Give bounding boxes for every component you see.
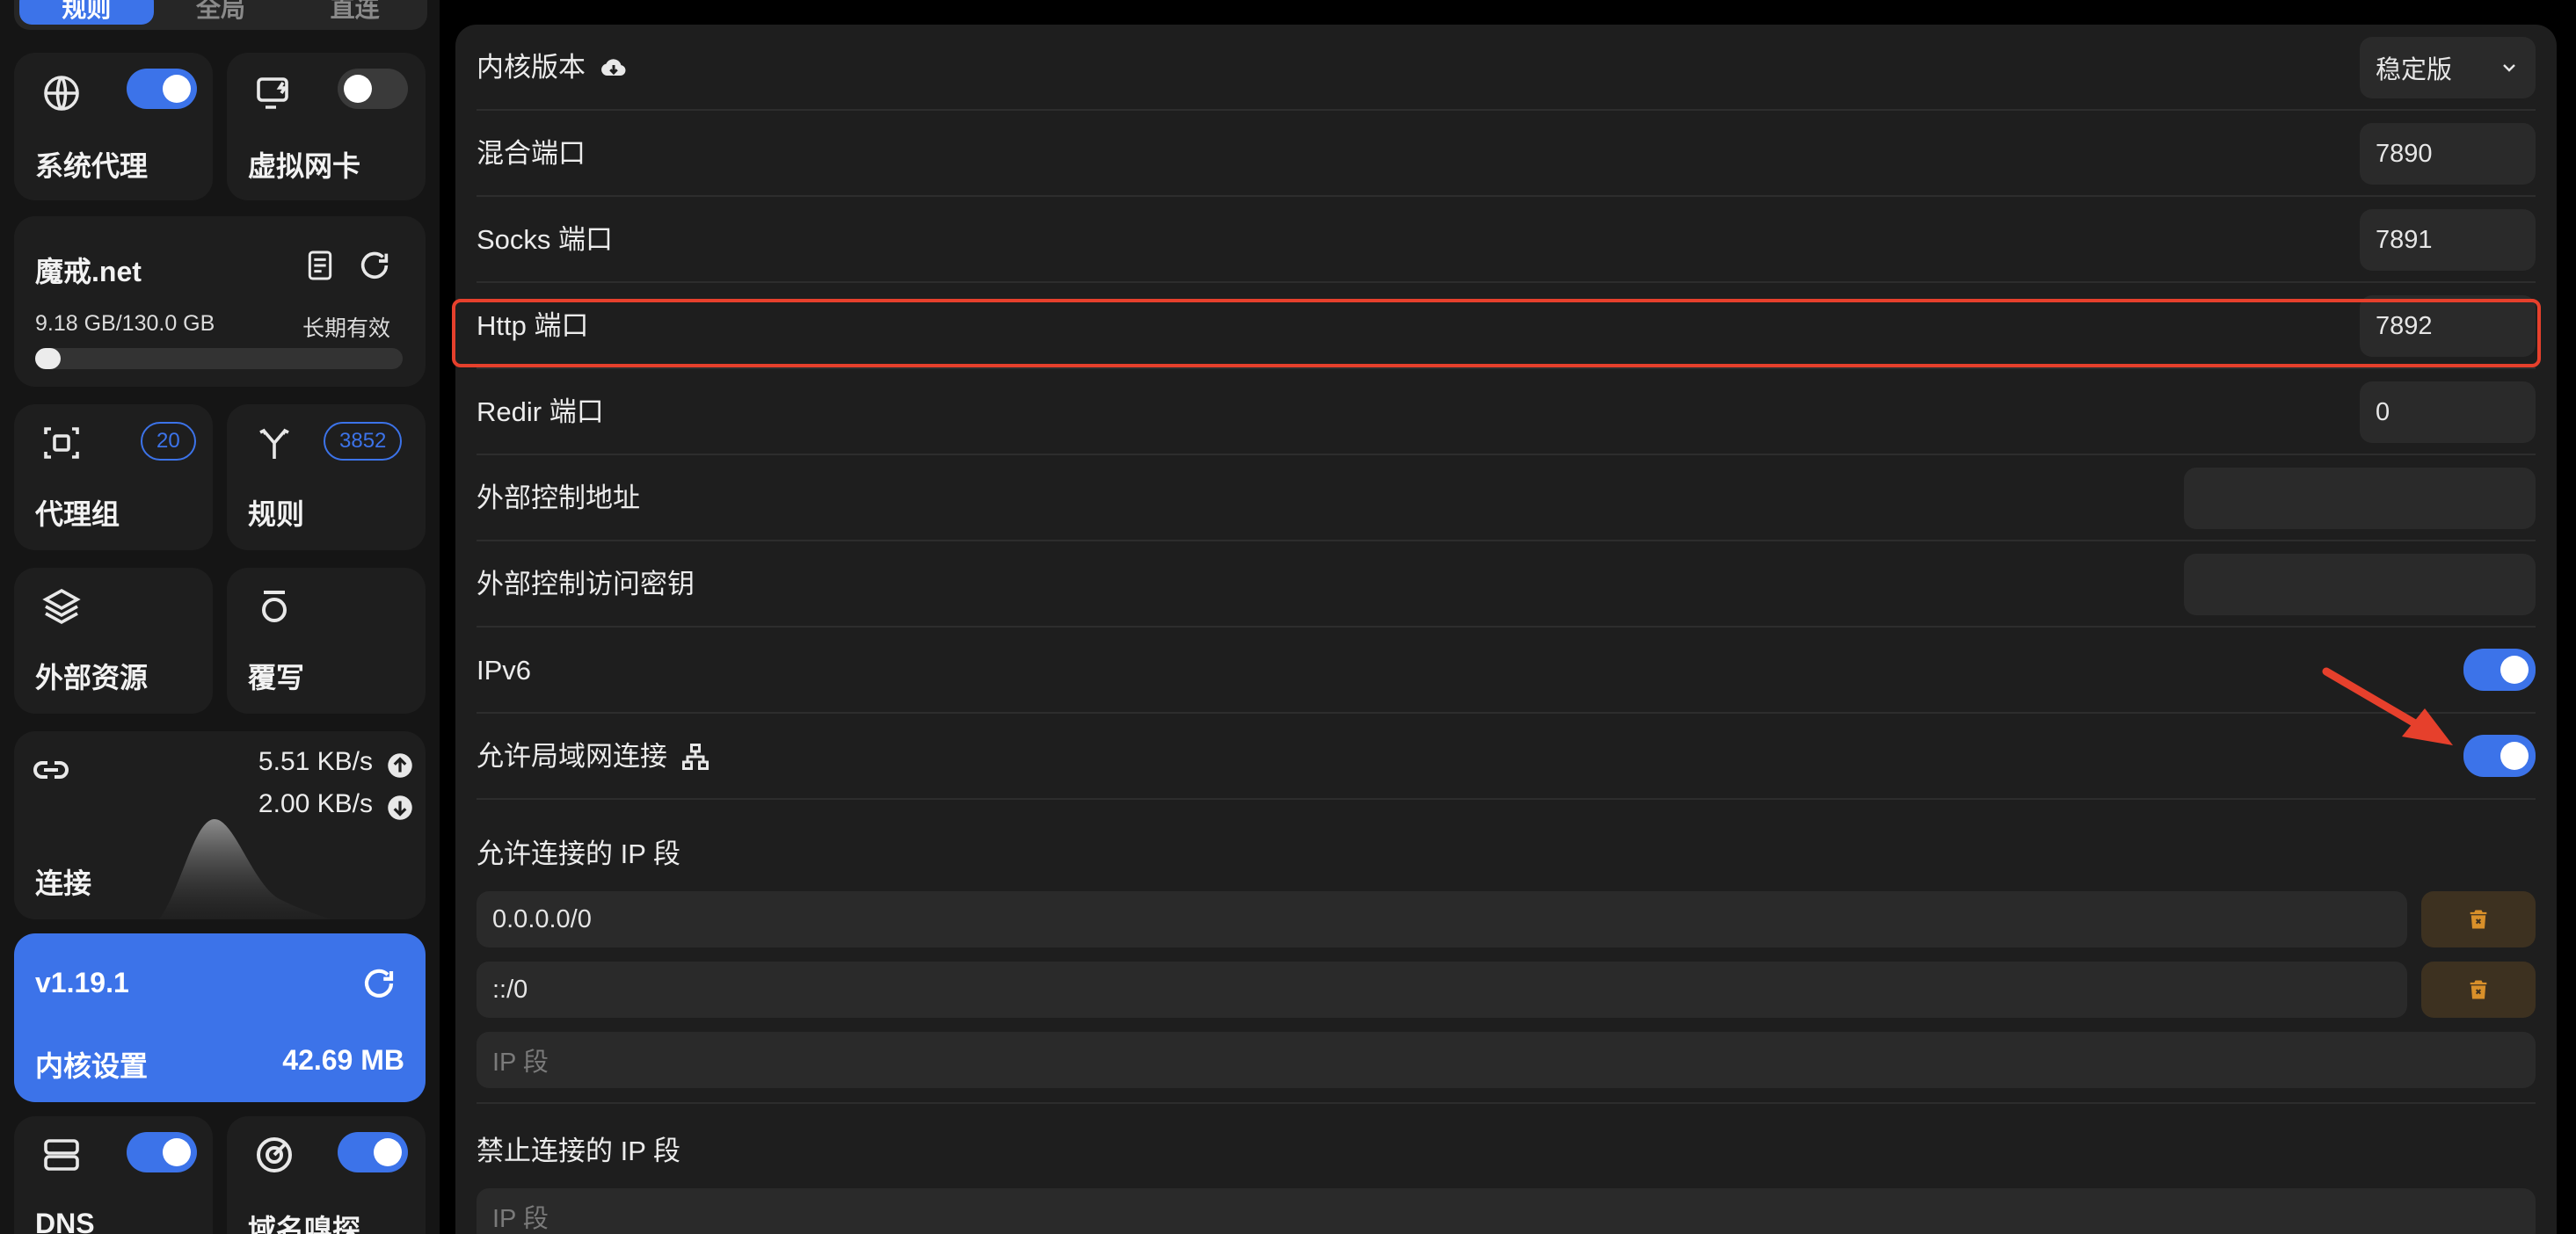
allowed-ips-label: 允许连接的 IP 段 [477,838,680,869]
mode-segmented-control: 规则 全局 直连 [14,0,427,30]
setting-row-allow-lan: 允许局域网连接 [477,714,2536,800]
override-label: 覆写 [248,662,305,693]
ipv6-label: IPv6 [477,655,532,686]
dns-label: DNS [35,1208,95,1234]
external-resources-label: 外部资源 [35,662,149,693]
chevron-down-icon [2503,64,2515,72]
override-card[interactable]: 覆写 [227,568,426,714]
radar-icon [257,1137,292,1172]
dns-toggle[interactable] [127,1132,197,1172]
divider [477,1102,2536,1104]
core-version-selected: 稳定版 [2376,56,2453,84]
redir-port-input[interactable]: 0 [2360,381,2536,443]
system-proxy-card[interactable]: 系统代理 [14,53,213,200]
delete-ip-button[interactable] [2421,891,2536,947]
setting-row-secret: 外部控制访问密钥 [477,541,2536,628]
socks-port-label: Socks 端口 [477,224,614,255]
trash-icon [2470,910,2487,929]
proxy-groups-count-badge: 20 [141,422,196,461]
tun-label: 虚拟网卡 [248,150,361,182]
mode-tab-direct[interactable]: 直连 [287,0,422,25]
proxy-groups-card[interactable]: 20 代理组 [14,404,213,550]
server-icon [44,1139,79,1171]
document-icon[interactable] [302,248,338,283]
subscription-usage: 9.18 GB/130.0 GB [35,311,215,336]
setting-row-mixed-port: 混合端口 7890 [477,111,2536,197]
setting-row-core-version: 内核版本 稳定版 [477,25,2536,111]
upload-speed: 5.51 KB/s [258,747,373,776]
scan-icon [44,427,79,459]
denied-ip-new-input[interactable]: IP 段 [477,1188,2536,1234]
system-proxy-label: 系统代理 [35,150,149,182]
setting-row-socks-port: Socks 端口 7891 [477,197,2536,283]
fork-icon [259,428,289,459]
subscription-card[interactable]: 魔戒.net 9.18 GB/130.0 GB 长期有效 [14,216,426,387]
delete-ip-button[interactable] [2421,962,2536,1018]
cloud-download-icon[interactable] [598,52,629,83]
mode-tab-rule[interactable]: 规则 [19,0,154,25]
allowed-ip-new-input[interactable]: IP 段 [477,1032,2536,1088]
rules-card[interactable]: 3852 规则 [227,404,426,550]
subscription-usage-bar-fill [35,348,62,369]
subscription-expiry: 长期有效 [302,316,390,341]
link-icon [33,761,69,779]
denied-ips-label: 禁止连接的 IP 段 [477,1136,680,1166]
ipv6-toggle[interactable] [2463,649,2536,691]
subscription-usage-bar [35,348,403,369]
core-refresh-icon[interactable] [360,965,397,1002]
download-arrow-icon [388,795,412,820]
annotation-arrow-icon [2322,667,2453,745]
mode-tab-global[interactable]: 全局 [154,0,288,25]
proxy-groups-label: 代理组 [35,498,120,530]
tun-card[interactable]: 虚拟网卡 [227,53,426,200]
setting-row-ipv6: IPv6 [477,628,2536,714]
core-version-label: 内核版本 [477,52,586,83]
download-speed: 2.00 KB/s [258,789,373,818]
external-controller-label: 外部控制地址 [477,483,640,513]
rules-label: 规则 [248,498,305,530]
trash-icon [2470,980,2487,999]
layers-icon [42,588,81,625]
allow-lan-label: 允许局域网连接 [477,741,667,772]
allow-lan-toggle[interactable] [2463,735,2536,777]
core-version: v1.19.1 [35,967,129,998]
refresh-icon[interactable] [357,248,392,283]
mixed-port-label: 混合端口 [477,138,586,169]
http-port-input[interactable]: 7892 [2360,295,2536,357]
secret-label: 外部控制访问密钥 [477,569,695,599]
allowed-ip-item[interactable]: 0.0.0.0/0 [477,891,2407,947]
allowed-ip-item[interactable]: ::/0 [477,962,2407,1018]
setting-row-external-controller: 外部控制地址 [477,455,2536,541]
mixed-port-input[interactable]: 7890 [2360,123,2536,185]
core-settings-label: 内核设置 [35,1050,149,1082]
sidebar: 规则 全局 直连 系统代理 虚拟网卡 魔戒.net 9.18 GB/130.0 … [0,0,440,1234]
external-controller-input[interactable] [2184,468,2536,529]
setting-row-redir-port: Redir 端口 0 [477,369,2536,455]
tun-toggle[interactable] [338,69,408,109]
secret-input[interactable] [2184,554,2536,615]
core-settings-panel: 内核版本 稳定版 混合端口 7890 Socks 端口 7891 Http 端口… [455,25,2557,1234]
sniff-card[interactable]: 域名嗅探 [227,1116,426,1234]
override-icon [262,591,287,622]
dns-card[interactable]: DNS [14,1116,213,1234]
core-version-select[interactable]: 稳定版 [2360,37,2536,98]
socks-port-input[interactable]: 7891 [2360,209,2536,271]
connections-card[interactable]: 5.51 KB/s 2.00 KB/s 连接 [14,731,426,919]
subscription-name: 魔戒.net [35,256,142,287]
globe-icon [44,76,79,111]
rules-count-badge: 3852 [324,422,403,461]
http-port-label: Http 端口 [477,310,589,341]
sniff-toggle[interactable] [338,1132,408,1172]
network-card-icon [257,77,288,109]
core-settings-card[interactable]: v1.19.1 内核设置 42.69 MB [14,933,426,1102]
redir-port-label: Redir 端口 [477,396,604,427]
core-memory: 42.69 MB [282,1044,404,1076]
setting-row-http-port: Http 端口 7892 [477,283,2536,369]
system-proxy-toggle[interactable] [127,69,197,109]
upload-arrow-icon [388,753,412,778]
connections-label: 连接 [35,867,92,899]
external-resources-card[interactable]: 外部资源 [14,568,213,714]
sniff-label: 域名嗅探 [248,1214,361,1234]
network-icon [682,744,709,770]
